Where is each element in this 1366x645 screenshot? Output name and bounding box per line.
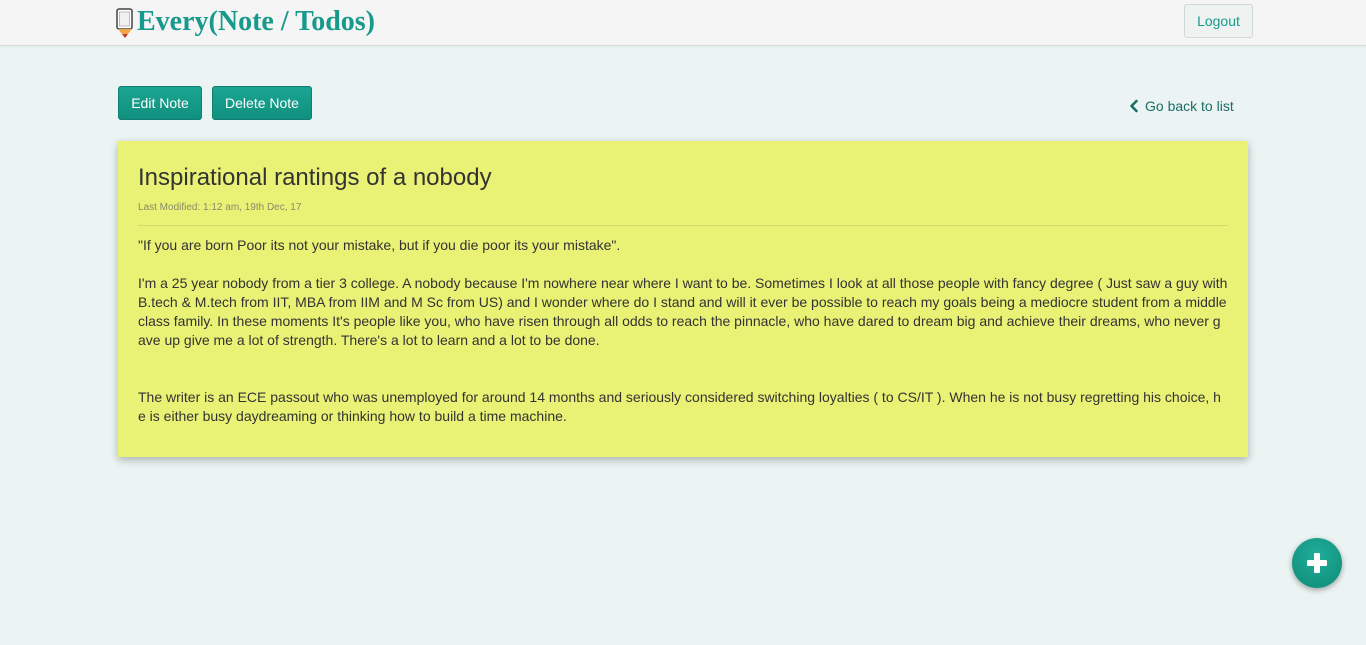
brand-link[interactable]: Every(Note / Todos) bbox=[116, 4, 375, 40]
logout-button[interactable]: Logout bbox=[1184, 4, 1253, 38]
last-modified-label: Last Modified: 1:12 am, 19th Dec, 17 bbox=[138, 202, 302, 213]
note-paragraph-author: The writer is an ECE passout who was une… bbox=[138, 389, 1221, 424]
edit-note-button[interactable]: Edit Note bbox=[118, 86, 202, 120]
note-paragraph-quote: "If you are born Poor its not your mista… bbox=[138, 237, 621, 253]
note-title: Inspirational rantings of a nobody bbox=[138, 164, 492, 191]
go-back-label: Go back to list bbox=[1145, 98, 1234, 114]
note-card: Inspirational rantings of a nobody Last … bbox=[118, 141, 1248, 457]
notepad-pencil-icon bbox=[116, 8, 133, 38]
chevron-left-icon bbox=[1130, 99, 1138, 113]
plus-icon bbox=[1307, 553, 1327, 573]
note-body: "If you are born Poor its not your mista… bbox=[138, 236, 1228, 426]
top-navbar: Every(Note / Todos) Logout bbox=[0, 0, 1366, 46]
delete-note-button[interactable]: Delete Note bbox=[212, 86, 312, 120]
go-back-link[interactable]: Go back to list bbox=[1128, 97, 1234, 115]
brand-title: Every(Note / Todos) bbox=[137, 6, 375, 37]
add-note-fab[interactable] bbox=[1292, 538, 1342, 588]
note-paragraph-story: I'm a 25 year nobody from a tier 3 colle… bbox=[138, 275, 1228, 348]
note-divider bbox=[138, 225, 1228, 226]
